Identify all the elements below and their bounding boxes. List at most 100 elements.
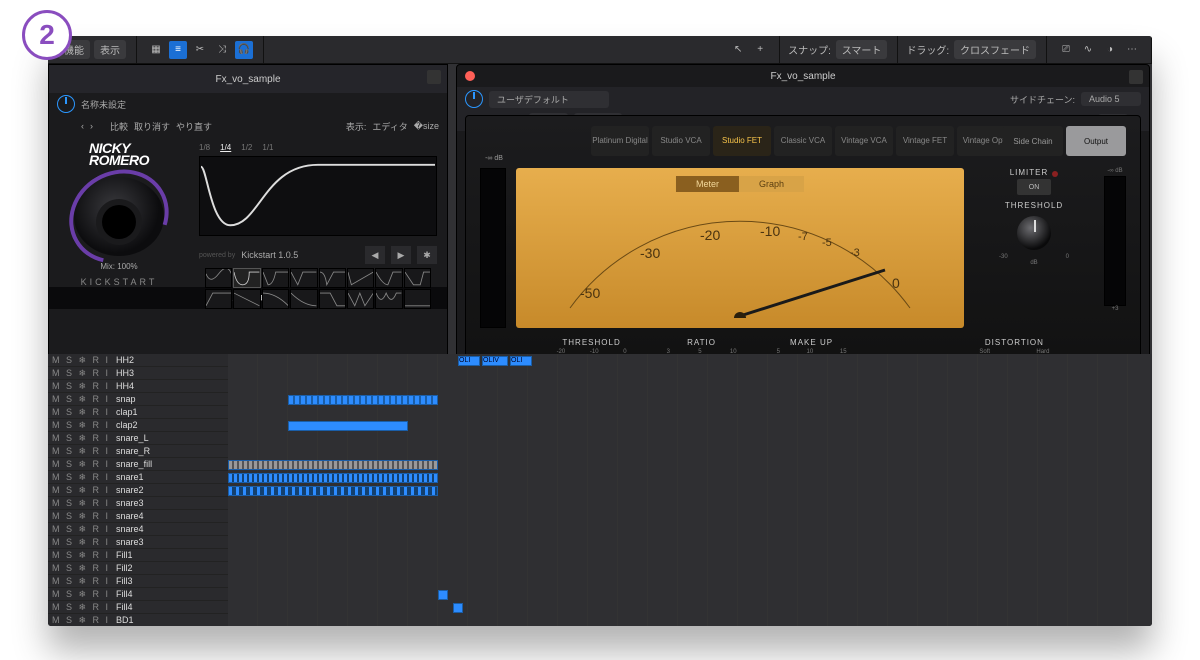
list-icon[interactable]: ≡	[169, 41, 187, 59]
track-row[interactable]: M S ❄ R IHH2	[48, 354, 228, 367]
rate-1-2[interactable]: 1/2	[241, 143, 252, 152]
nicky-logo: NICKYROMERO	[89, 143, 149, 167]
output-db-label: -∞ dB	[1107, 168, 1122, 174]
balance-icon[interactable]: ◑	[1101, 41, 1119, 59]
sidechain-tab[interactable]: Side Chain	[1003, 126, 1063, 156]
track-row[interactable]: M S ❄ R IHH3	[48, 367, 228, 380]
preset-cell[interactable]	[233, 289, 260, 309]
close-icon[interactable]	[465, 71, 475, 81]
clip[interactable]	[288, 421, 408, 431]
model-button[interactable]: Studio FET	[713, 126, 771, 156]
track-row[interactable]: M S ❄ R Isnare3	[48, 497, 228, 510]
model-button[interactable]: Studio VCA	[652, 126, 710, 156]
track-row[interactable]: M S ❄ R Iclap1	[48, 406, 228, 419]
window-menu-icon[interactable]	[1129, 70, 1143, 84]
track-row[interactable]: M S ❄ R Isnare4	[48, 523, 228, 536]
nav-next-icon[interactable]: ›	[90, 121, 93, 131]
scissors-icon[interactable]: ✂	[191, 41, 209, 59]
clip[interactable]	[288, 395, 438, 405]
preset-cell[interactable]	[347, 268, 374, 288]
undo-button[interactable]: 取り消す	[134, 120, 170, 133]
preset-cell[interactable]	[347, 289, 374, 309]
output-tab[interactable]: Output	[1066, 126, 1126, 156]
show-value[interactable]: エディタ	[372, 120, 407, 133]
preset-cell[interactable]	[233, 268, 260, 288]
track-row[interactable]: M S ❄ R Isnare4	[48, 510, 228, 523]
nav-prev-icon[interactable]: ‹	[81, 121, 84, 131]
track-row[interactable]: M S ❄ R IFill4	[48, 588, 228, 601]
loop-icon[interactable]: ⤨	[213, 41, 231, 59]
preset-next-icon[interactable]: ▶	[391, 246, 411, 264]
clip[interactable]	[453, 603, 463, 613]
arrangement-grid[interactable]: OLI OLIV OLI	[228, 354, 1152, 626]
track-row[interactable]: M S ❄ R Isnap	[48, 393, 228, 406]
track-row[interactable]: M S ❄ R IFill4	[48, 601, 228, 614]
track-row[interactable]: M S ❄ R Isnare1	[48, 471, 228, 484]
limiter-threshold-knob[interactable]	[1017, 216, 1051, 250]
track-row[interactable]: M S ❄ R IFill3	[48, 575, 228, 588]
more-icon[interactable]: ⋯	[1123, 41, 1141, 59]
track-row[interactable]: M S ❄ R Isnare_L	[48, 432, 228, 445]
mix-knob[interactable]	[74, 177, 164, 256]
preset-cell[interactable]	[404, 289, 431, 309]
model-button[interactable]: Vintage FET	[896, 126, 954, 156]
rate-1-1[interactable]: 1/1	[262, 143, 273, 152]
track-row[interactable]: M S ❄ R IBD1	[48, 614, 228, 626]
settings-icon[interactable]: ✱	[417, 246, 437, 264]
clip[interactable]: OLI	[458, 356, 480, 366]
clip[interactable]: OLIV	[482, 356, 508, 366]
envelope-display[interactable]	[199, 156, 437, 236]
tuning-icon[interactable]: ⎚	[1057, 41, 1075, 59]
power-button[interactable]	[465, 90, 483, 108]
model-button[interactable]: Platinum Digital	[591, 126, 649, 156]
preset-dropdown[interactable]: 名称未設定	[81, 98, 201, 111]
snap-value[interactable]: スマート	[836, 40, 888, 59]
vu-meter: Meter Graph -50 -30 -20 -10 -7 -5 -3	[516, 168, 964, 328]
preset-cell[interactable]	[205, 289, 232, 309]
track-row[interactable]: M S ❄ R Iclap2	[48, 419, 228, 432]
headphone-icon[interactable]: 🎧	[235, 41, 253, 59]
model-button[interactable]: Classic VCA	[774, 126, 832, 156]
preset-cell[interactable]	[262, 289, 289, 309]
drag-value[interactable]: クロスフェード	[954, 40, 1036, 59]
preset-dropdown[interactable]: ユーザデフォルト	[489, 91, 609, 108]
preset-cell[interactable]	[375, 289, 402, 309]
waveform-icon[interactable]: ∿	[1079, 41, 1097, 59]
preset-cell[interactable]	[319, 289, 346, 309]
track-row[interactable]: M S ❄ R IHH4	[48, 380, 228, 393]
model-button[interactable]: Vintage VCA	[835, 126, 893, 156]
view-menu[interactable]: 表示	[94, 40, 126, 59]
preset-cell[interactable]	[404, 268, 431, 288]
redo-button[interactable]: やり直す	[176, 120, 212, 133]
clip[interactable]: OLI	[510, 356, 532, 366]
track-row[interactable]: M S ❄ R Isnare2	[48, 484, 228, 497]
track-row[interactable]: M S ❄ R Isnare_fill	[48, 458, 228, 471]
limiter-on-button[interactable]: ON	[1017, 179, 1051, 195]
rate-1-8[interactable]: 1/8	[199, 143, 210, 152]
kickstart-plugin-window: Fx_vo_sample 名称未設定 ‹ › 比較 取り消す やり直す 表示: …	[48, 64, 448, 366]
preset-prev-icon[interactable]: ◀	[365, 246, 385, 264]
clip[interactable]	[438, 590, 448, 600]
add-tool-icon[interactable]: +	[751, 41, 769, 59]
track-row[interactable]: M S ❄ R Isnare_R	[48, 445, 228, 458]
track-row[interactable]: M S ❄ R Isnare3	[48, 536, 228, 549]
track-row[interactable]: M S ❄ R IFill1	[48, 549, 228, 562]
compare-button[interactable]: 比較	[110, 120, 128, 133]
preset-cell[interactable]	[290, 268, 317, 288]
clip[interactable]	[228, 460, 438, 470]
preset-cell[interactable]	[205, 268, 232, 288]
power-button[interactable]	[57, 95, 75, 113]
grid-icon[interactable]: ▦	[147, 41, 165, 59]
pointer-icon[interactable]: ↖	[729, 41, 747, 59]
preset-cell[interactable]	[262, 268, 289, 288]
window-menu-icon[interactable]	[427, 70, 441, 84]
preset-cell[interactable]	[290, 289, 317, 309]
preset-cell[interactable]	[375, 268, 402, 288]
sidechain-value[interactable]: Audio 5	[1081, 92, 1141, 106]
clip[interactable]	[228, 486, 438, 496]
rate-1-4[interactable]: 1/4	[220, 143, 231, 152]
track-row[interactable]: M S ❄ R IFill2	[48, 562, 228, 575]
preset-cell[interactable]	[319, 268, 346, 288]
clip[interactable]	[228, 473, 438, 483]
link-icon[interactable]: �size	[414, 121, 439, 132]
